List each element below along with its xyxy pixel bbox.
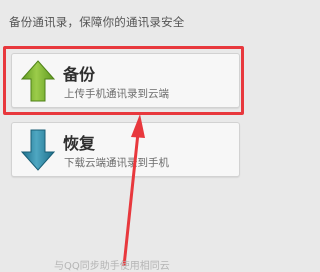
page-description: 备份通讯录，保障你的通讯录安全: [9, 15, 185, 29]
backup-title: 备份: [63, 65, 96, 84]
restore-subtitle: 下载云端通讯录到手机: [64, 157, 169, 169]
footer-note: 与QQ同步助手使用相同云: [54, 261, 170, 272]
backup-subtitle: 上传手机通讯录到云端: [64, 88, 169, 100]
backup-button[interactable]: 备份 上传手机通讯录到云端: [11, 53, 240, 108]
restore-button[interactable]: 恢复 下载云端通讯录到手机: [11, 122, 240, 177]
restore-title: 恢复: [63, 134, 96, 153]
up-arrow-icon: [20, 60, 56, 102]
down-arrow-icon: [20, 129, 56, 171]
